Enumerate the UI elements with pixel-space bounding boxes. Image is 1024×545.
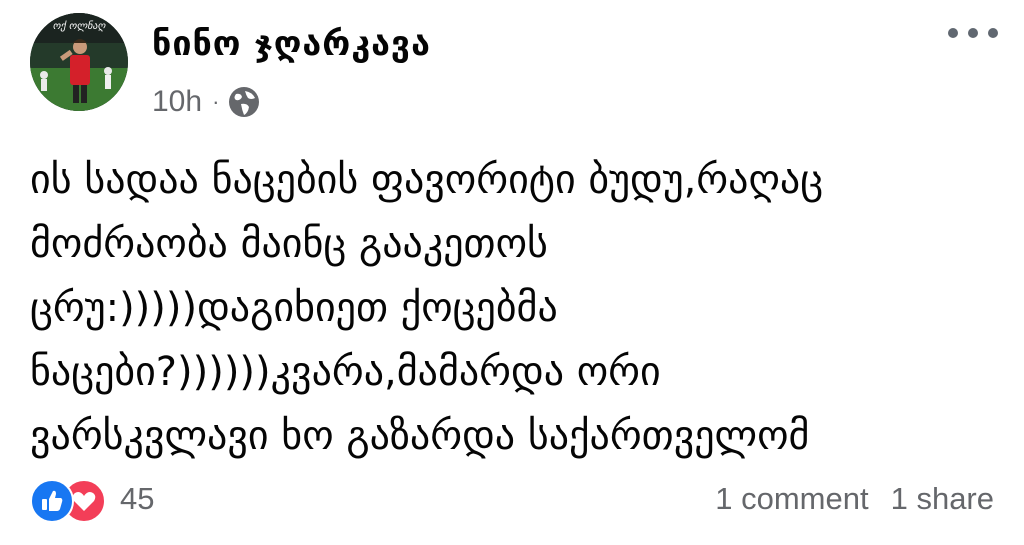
post-stats: 1 comment 1 share [715, 481, 994, 517]
globe-icon[interactable] [227, 85, 261, 119]
more-dot-icon [968, 28, 978, 38]
more-dot-icon [988, 28, 998, 38]
avatar[interactable]: ოქ ოლნაღ [30, 13, 128, 111]
post-meta: 10h · [152, 82, 261, 122]
avatar-image: ოქ ოლნაღ [30, 13, 128, 111]
reaction-icons [30, 477, 110, 523]
more-options-button[interactable] [948, 18, 998, 48]
author-name[interactable]: ნინო ჯღარკავა [152, 22, 431, 66]
shares-link[interactable]: 1 share [891, 481, 994, 517]
post-text: ის სადაა ნაცების ფავორიტი ბუდუ,რაღაც მოძ… [30, 148, 990, 468]
meta-separator: · [212, 89, 220, 114]
post-text-line: ცრუ:)))))დაგიხიეთ ქოცებმა [30, 285, 558, 331]
post-text-line: ვარსკვლავი ხო გაზარდა საქართველომ [30, 413, 810, 459]
avatar-overlay-text: ოქ ოლნაღ [53, 20, 107, 32]
comments-link[interactable]: 1 comment [715, 481, 868, 517]
reaction-count: 45 [120, 481, 155, 516]
post-footer: 45 1 comment 1 share [30, 472, 994, 526]
post-text-line: ნაცები?))))))კვარა,მამარდა ორი [30, 349, 661, 395]
post-time[interactable]: 10h [152, 85, 202, 119]
facebook-post: ოქ ოლნაღ ნინო ჯღარკავა 10h · ის სადაა ნა… [0, 0, 1024, 545]
post-text-line: მოძრაობა მაინც გააკეთოს [30, 221, 548, 267]
like-icon [30, 479, 74, 523]
post-text-line: ის სადაა ნაცების ფავორიტი ბუდუ,რაღაც [30, 157, 824, 203]
reactions-summary[interactable]: 45 [30, 477, 155, 523]
more-dot-icon [948, 28, 958, 38]
